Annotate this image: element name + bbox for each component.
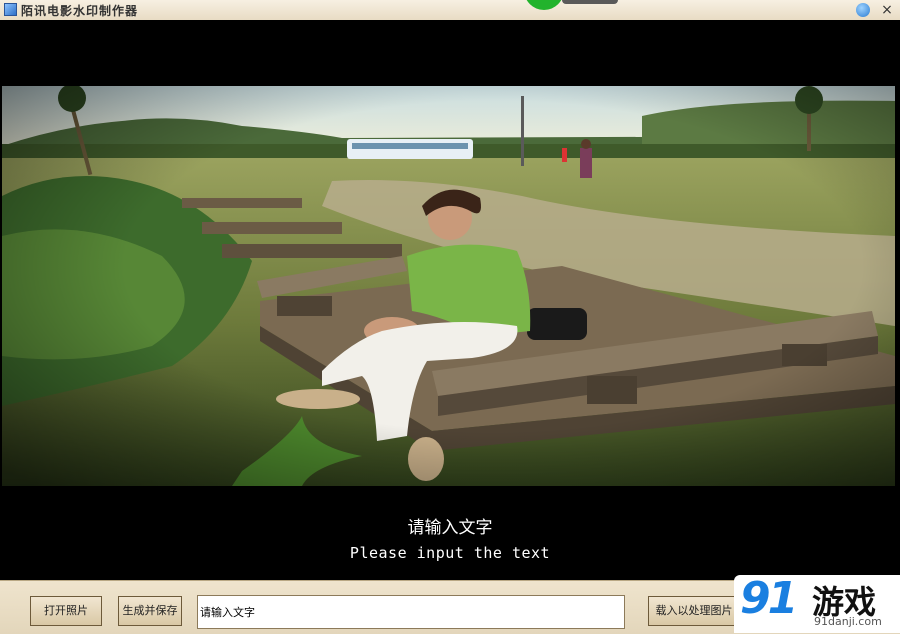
skin-icon[interactable]	[856, 3, 870, 17]
grey-tab	[562, 0, 618, 4]
generate-save-button[interactable]: 生成并保存	[118, 596, 182, 626]
open-photo-button[interactable]: 打开照片	[30, 596, 102, 626]
caption-english: Please input the text	[349, 544, 551, 562]
caption-text-input[interactable]	[197, 595, 625, 629]
preview-canvas: 请输入文字 Please input the text	[0, 20, 900, 580]
green-status-knob	[524, 0, 564, 10]
app-icon	[4, 3, 17, 16]
logo-number: 91	[740, 573, 798, 624]
load-image-button[interactable]: 载入以处理图片	[648, 596, 740, 626]
title-bar: 陌讯电影水印制作器 ×	[0, 0, 900, 21]
caption-chinese: 请输入文字	[407, 518, 493, 538]
window-title: 陌讯电影水印制作器	[21, 4, 139, 18]
photo-illustration	[2, 86, 895, 486]
close-icon[interactable]: ×	[878, 1, 896, 19]
preview-photo	[2, 86, 895, 486]
logo-url: 91danji.com	[814, 615, 882, 628]
watermark-logo: 91 游戏 91danji.com	[734, 573, 900, 633]
